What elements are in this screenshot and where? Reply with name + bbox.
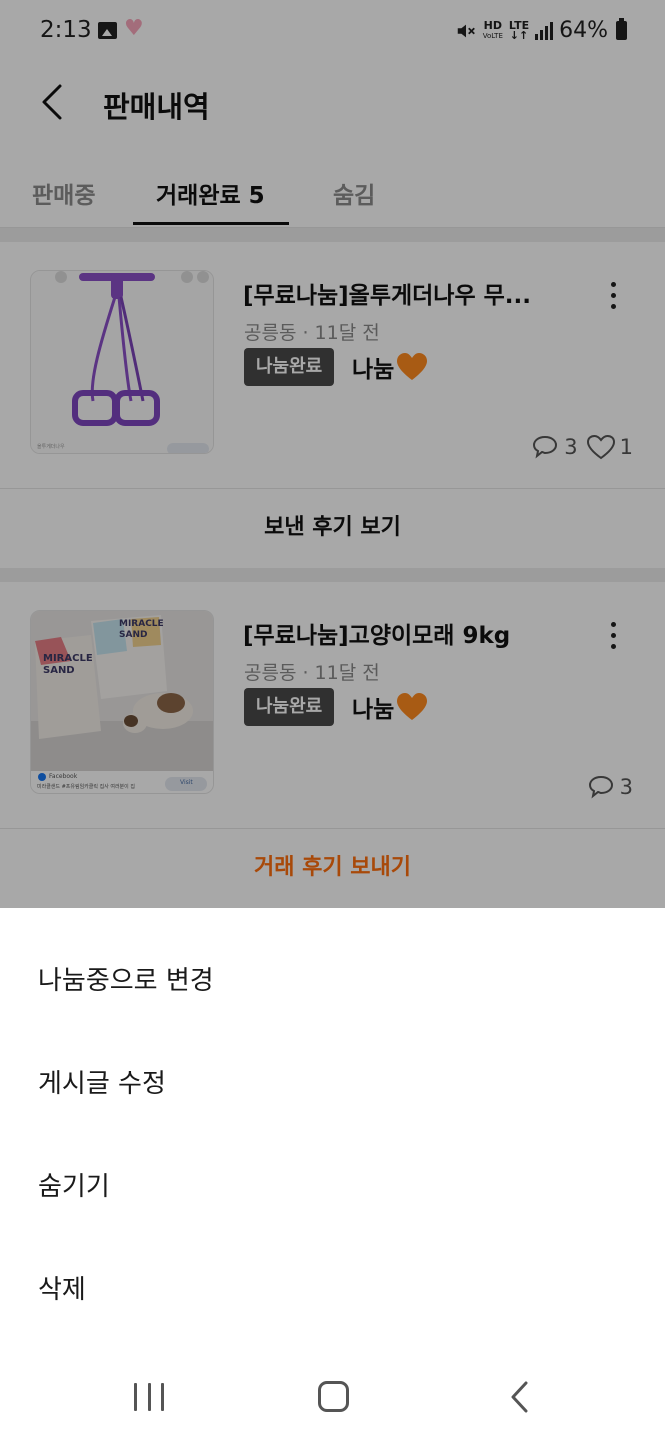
delete-option[interactable]: 삭제	[38, 1269, 86, 1306]
system-nav-bar	[0, 1352, 665, 1440]
hide-option[interactable]: 숨기기	[38, 1166, 110, 1203]
modal-dim-overlay[interactable]	[0, 0, 665, 908]
edit-post-option[interactable]: 게시글 수정	[38, 1063, 166, 1100]
screen: 2:13 ♥ HD VoLTE LTE ↓↑ 64% 판매내역 판매중 거래완료 5…	[0, 0, 665, 1440]
nav-back-button[interactable]	[504, 1380, 536, 1414]
change-to-sharing-option[interactable]: 나눔중으로 변경	[38, 960, 214, 997]
recent-apps-button[interactable]	[134, 1383, 164, 1411]
home-button[interactable]	[318, 1381, 349, 1412]
